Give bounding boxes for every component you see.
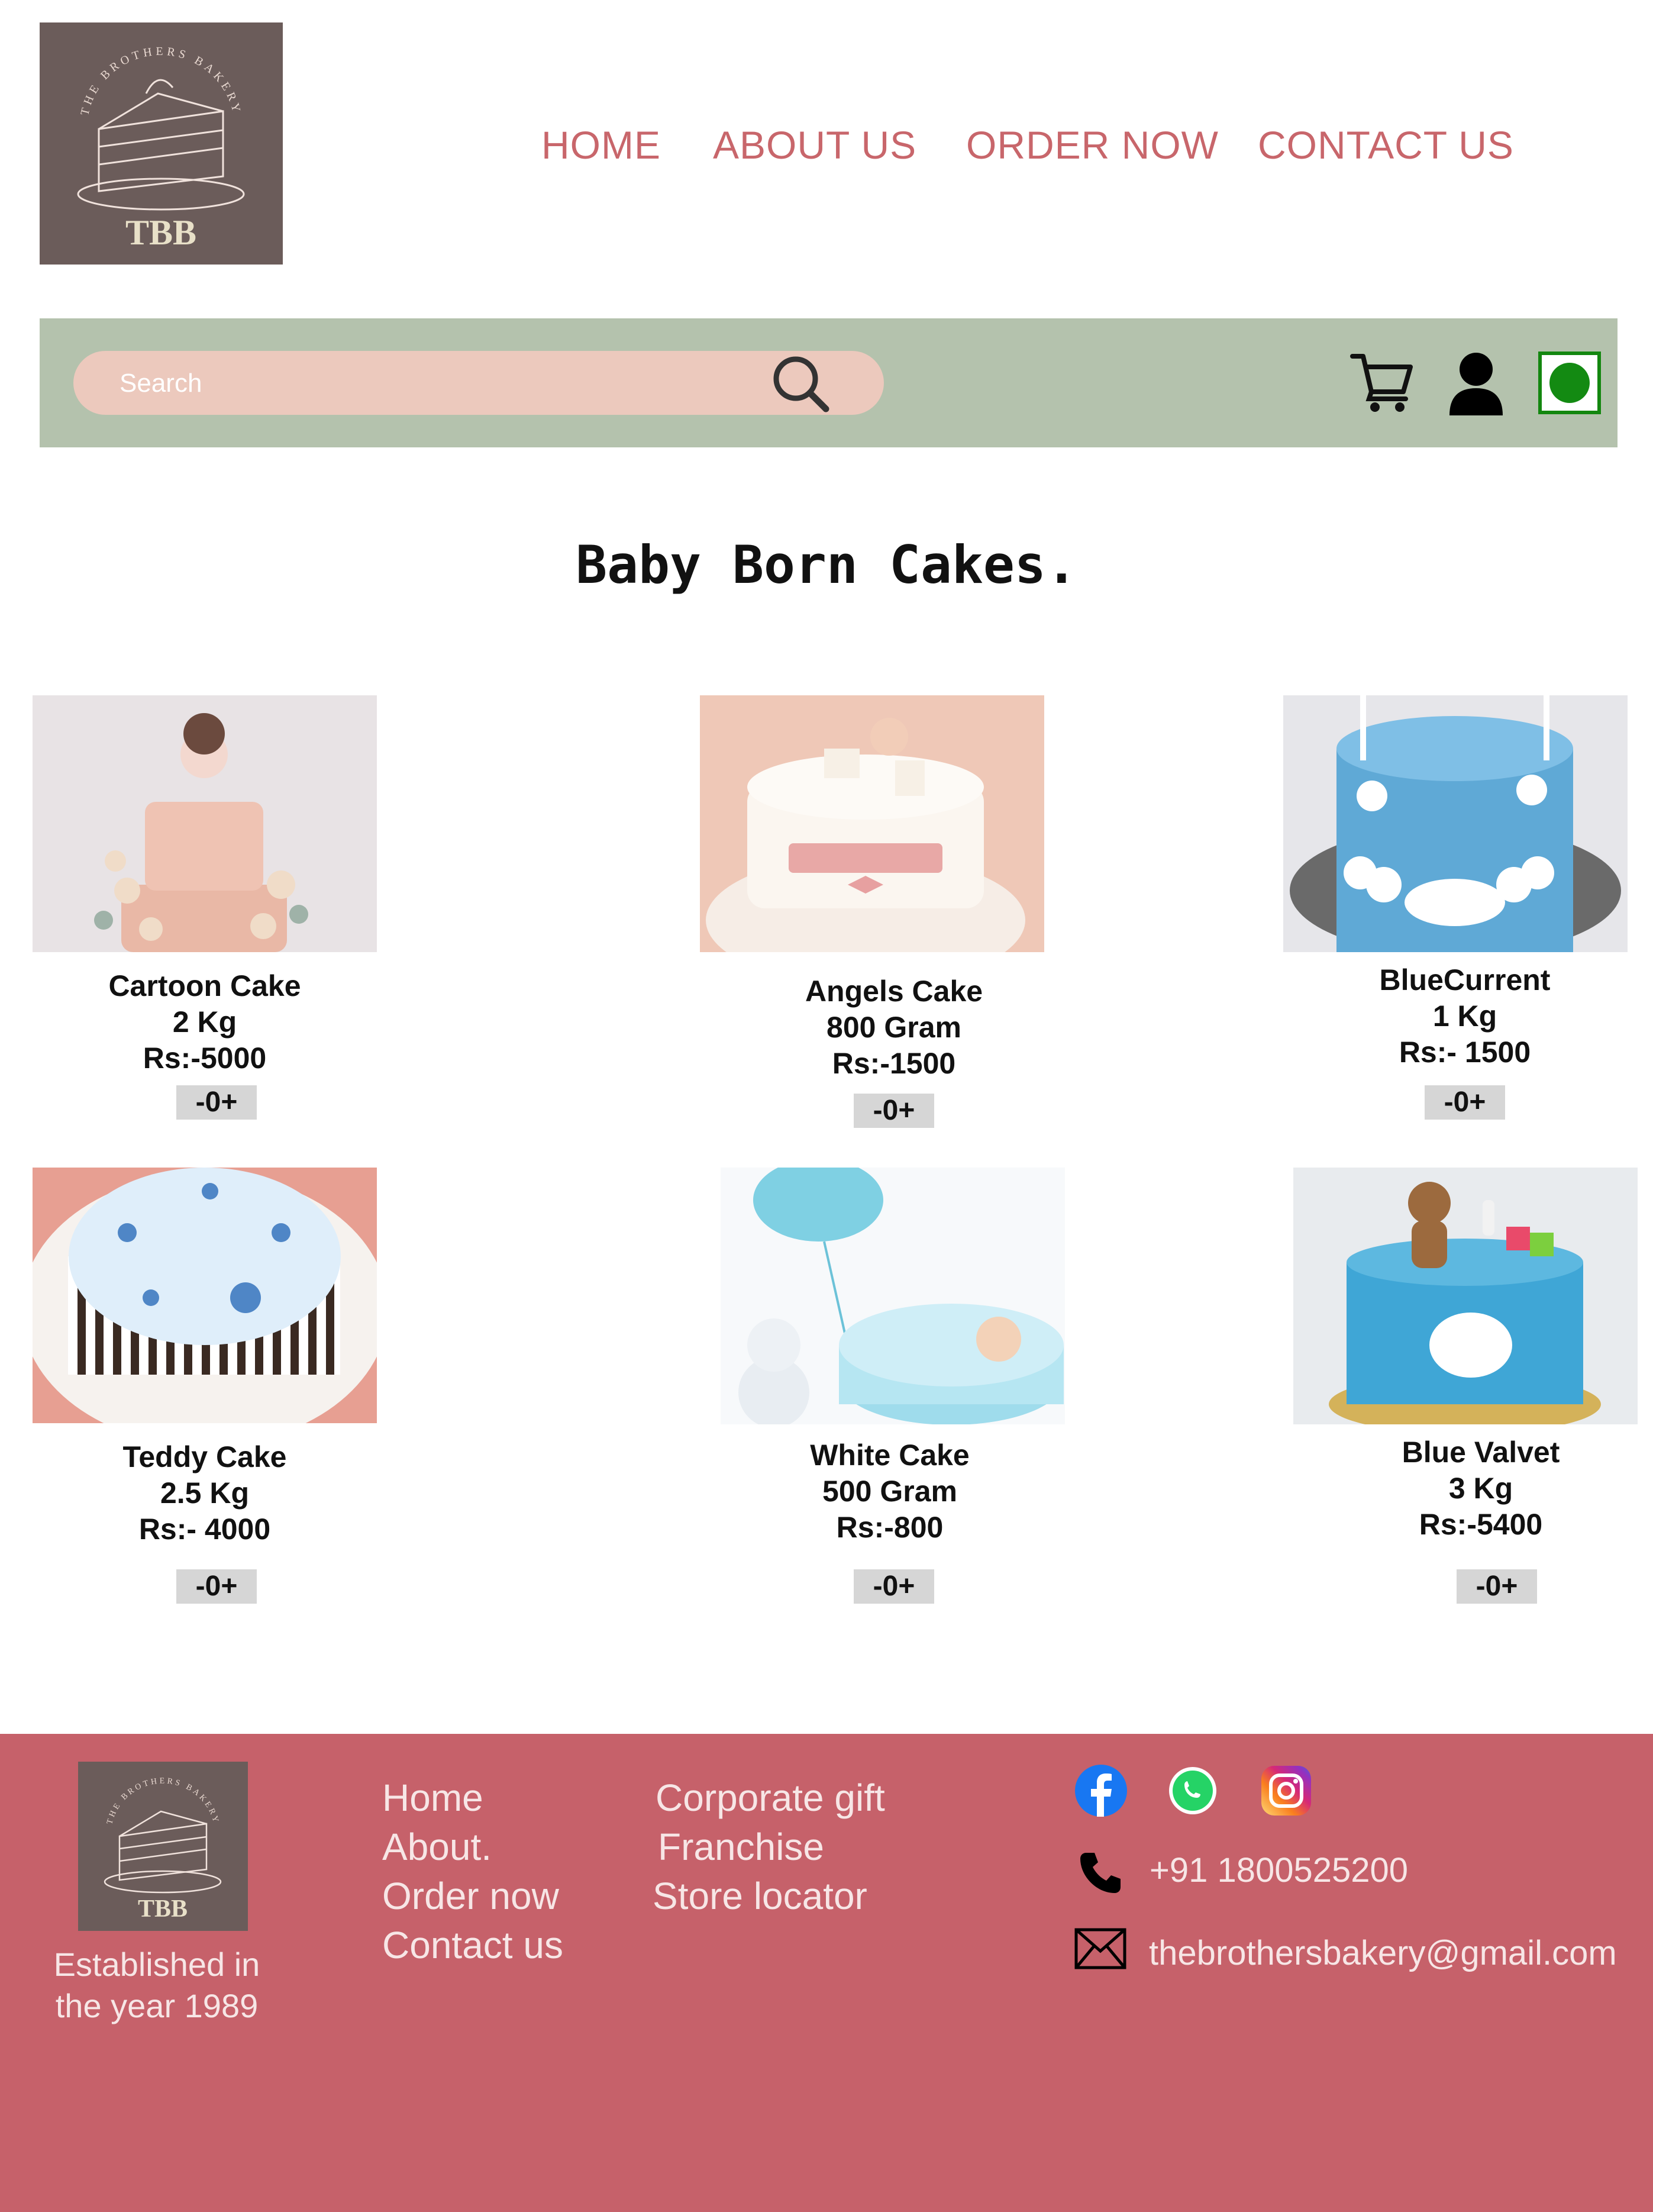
quantity-stepper[interactable]: -0+ xyxy=(1457,1569,1537,1604)
whatsapp-icon[interactable] xyxy=(1167,1765,1219,1817)
product-name: Cartoon Cake xyxy=(108,969,301,1002)
footer-link-store-locator[interactable]: Store locator xyxy=(653,1875,867,1917)
instagram-icon[interactable] xyxy=(1260,1765,1312,1817)
quantity-stepper[interactable]: -0+ xyxy=(854,1569,934,1604)
cart-icon[interactable] xyxy=(1349,348,1415,414)
cake-slice-logo-art: THE BROTHERS BAKERY TBB xyxy=(40,22,283,265)
product-image-teddy-cake[interactable] xyxy=(33,1168,377,1423)
product-price: Rs:-5000 xyxy=(143,1041,267,1075)
svg-text:TBB: TBB xyxy=(138,1895,188,1923)
brand-logo[interactable]: THE BROTHERS BAKERY TBB xyxy=(40,22,283,265)
product-weight: 500 Gram xyxy=(822,1475,957,1508)
product-price: Rs:- 4000 xyxy=(138,1513,271,1546)
product-name: BlueCurrent xyxy=(1379,963,1551,997)
product-weight: 3 Kg xyxy=(1448,1472,1513,1505)
product-price: Rs:- 1500 xyxy=(1399,1036,1531,1069)
nav-about-us[interactable]: ABOUT US xyxy=(713,121,916,169)
product-weight: 800 Gram xyxy=(826,1011,961,1044)
product-image-angels-cake[interactable] xyxy=(700,695,1044,952)
product-image-cartoon-cake[interactable] xyxy=(33,695,377,952)
user-icon[interactable] xyxy=(1448,352,1504,415)
quantity-stepper[interactable]: -0+ xyxy=(1425,1085,1505,1120)
product-name: Blue Valvet xyxy=(1402,1436,1560,1469)
nav-order-now[interactable]: ORDER NOW xyxy=(966,121,1219,169)
footer-link-order-now[interactable]: Order now xyxy=(382,1875,559,1917)
footer-link-franchise[interactable]: Franchise xyxy=(658,1826,824,1868)
product-weight: 2.5 Kg xyxy=(160,1476,250,1510)
product-image-white-cake[interactable] xyxy=(721,1168,1065,1424)
footer-link-about[interactable]: About. xyxy=(382,1826,492,1868)
nav-home[interactable]: HOME xyxy=(541,121,661,169)
cake-slice-logo-art: THE BROTHERS BAKERY TBB xyxy=(78,1762,248,1931)
quantity-stepper[interactable]: -0+ xyxy=(176,1569,257,1604)
quantity-stepper[interactable]: -0+ xyxy=(176,1085,257,1120)
product-image-bluecurrent[interactable] xyxy=(1283,695,1628,952)
footer-email[interactable]: thebrothersbakery@gmail.com xyxy=(1149,1933,1617,1974)
email-icon xyxy=(1074,1928,1126,1969)
page-title: Baby Born Cakes. xyxy=(576,534,1077,595)
footer-link-contact-us[interactable]: Contact us xyxy=(382,1924,563,1966)
svg-text:TBB: TBB xyxy=(125,213,196,252)
established-line-2: the year 1989 xyxy=(55,1987,259,2024)
product-price: Rs:-1500 xyxy=(832,1047,956,1080)
product-name: Angels Cake xyxy=(805,975,983,1008)
status-dot xyxy=(1549,363,1590,403)
phone-icon xyxy=(1080,1853,1121,1893)
search-icon[interactable] xyxy=(769,352,831,414)
search-input[interactable] xyxy=(118,362,742,405)
quantity-stepper[interactable]: -0+ xyxy=(854,1094,934,1128)
product-price: Rs:-800 xyxy=(836,1511,944,1544)
established-line-1: Established in xyxy=(53,1946,260,1983)
product-weight: 2 Kg xyxy=(172,1005,237,1039)
product-image-blue-valvet[interactable] xyxy=(1293,1168,1638,1424)
footer-link-corporate-gift[interactable]: Corporate gift xyxy=(656,1777,885,1818)
product-price: Rs:-5400 xyxy=(1419,1508,1543,1541)
footer-link-home[interactable]: Home xyxy=(382,1777,483,1818)
product-weight: 1 Kg xyxy=(1432,999,1497,1033)
footer-logo[interactable]: THE BROTHERS BAKERY TBB xyxy=(78,1762,248,1931)
product-name: White Cake xyxy=(810,1439,970,1472)
nav-contact-us[interactable]: CONTACT US xyxy=(1258,121,1514,169)
product-name: Teddy Cake xyxy=(122,1440,287,1473)
footer-phone[interactable]: +91 1800525200 xyxy=(1150,1850,1408,1891)
facebook-icon[interactable] xyxy=(1075,1765,1127,1817)
